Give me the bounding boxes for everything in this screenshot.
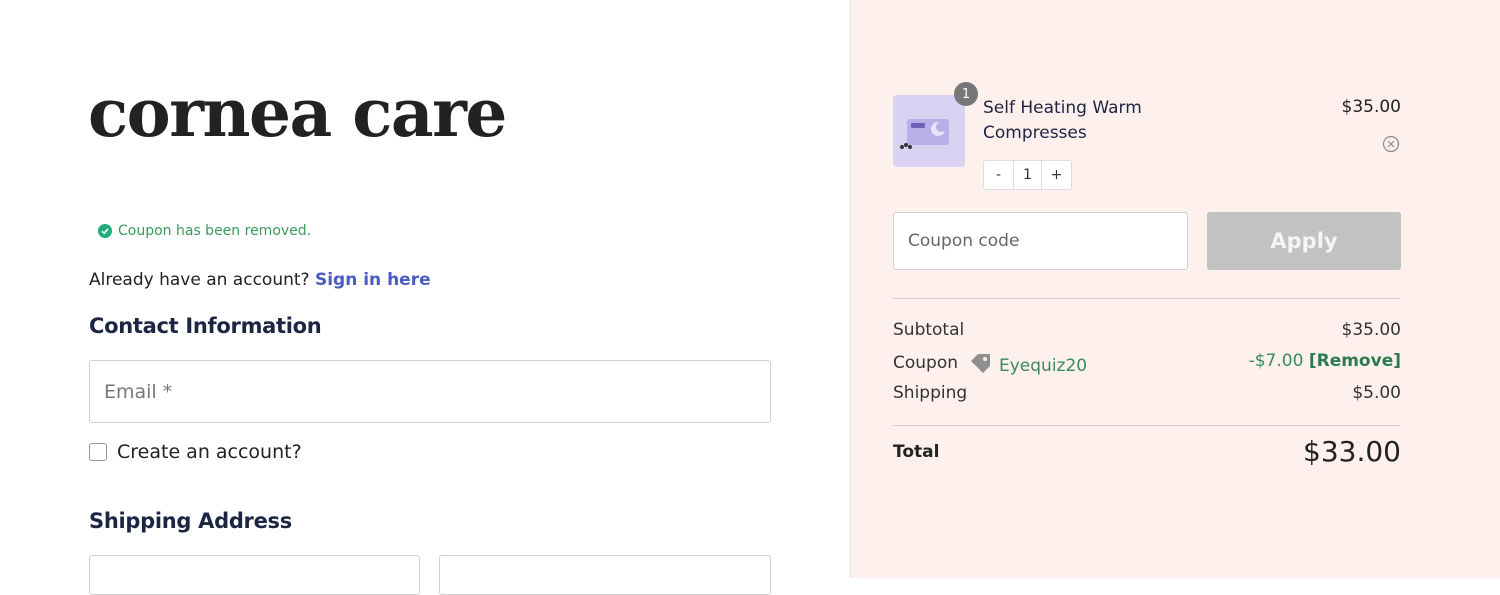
- create-account-label: Create an account?: [117, 441, 302, 463]
- check-circle-icon: [98, 224, 112, 238]
- total-label: Total: [893, 442, 940, 462]
- product-price: $35.00: [1341, 97, 1401, 117]
- first-name-field[interactable]: [89, 555, 420, 595]
- quantity-stepper: - 1 +: [983, 160, 1072, 190]
- coupon-code: Eyequiz20: [999, 355, 1088, 376]
- product-thumbnail: [893, 95, 965, 167]
- product-name: Self Heating Warm Compresses: [983, 98, 1142, 143]
- email-field[interactable]: [89, 360, 771, 423]
- sign-in-link[interactable]: Sign in here: [315, 270, 431, 290]
- shipping-address-heading: Shipping Address: [89, 509, 292, 533]
- cornea-care-logo[interactable]: cornea care: [88, 80, 507, 146]
- qty-minus-button[interactable]: -: [984, 161, 1013, 189]
- summary-divider-top: [893, 298, 1401, 299]
- coupon-discount: -$7.00: [1248, 351, 1304, 371]
- remove-item-icon[interactable]: [1382, 135, 1400, 153]
- contact-information-heading: Contact Information: [89, 314, 322, 338]
- remove-coupon-link[interactable]: [Remove]: [1309, 351, 1401, 371]
- shipping-value: $5.00: [1352, 383, 1401, 403]
- account-prompt-text: Already have an account?: [89, 270, 310, 290]
- order-summary-panel: [850, 0, 1500, 578]
- subtotal-label: Subtotal: [893, 320, 965, 340]
- create-account-option[interactable]: Create an account?: [89, 441, 302, 463]
- subtotal-value: $35.00: [1341, 320, 1401, 340]
- apply-coupon-button[interactable]: Apply: [1207, 212, 1401, 270]
- coupon-code-input[interactable]: [893, 212, 1188, 270]
- total-value: $33.00: [1303, 435, 1401, 468]
- qty-value[interactable]: 1: [1013, 161, 1042, 189]
- notice-text: Coupon has been removed.: [118, 223, 312, 239]
- create-account-checkbox[interactable]: [89, 443, 107, 461]
- shipping-label: Shipping: [893, 383, 968, 403]
- account-prompt: Already have an account? Sign in here: [89, 270, 431, 290]
- coupon-removed-notice: Coupon has been removed.: [98, 223, 311, 239]
- coupon-discount-row: -$7.00 [Remove]: [1249, 351, 1401, 371]
- summary-divider-bottom: [893, 425, 1401, 426]
- tag-icon: [969, 353, 993, 378]
- qty-plus-button[interactable]: +: [1042, 161, 1071, 189]
- applied-coupon: Eyequiz20: [969, 353, 1087, 378]
- checkout-form-panel: cornea care Coupon has been removed. Alr…: [0, 0, 850, 595]
- quantity-badge: 1: [954, 82, 978, 106]
- last-name-field[interactable]: [439, 555, 771, 595]
- coupon-label: Coupon: [893, 353, 959, 373]
